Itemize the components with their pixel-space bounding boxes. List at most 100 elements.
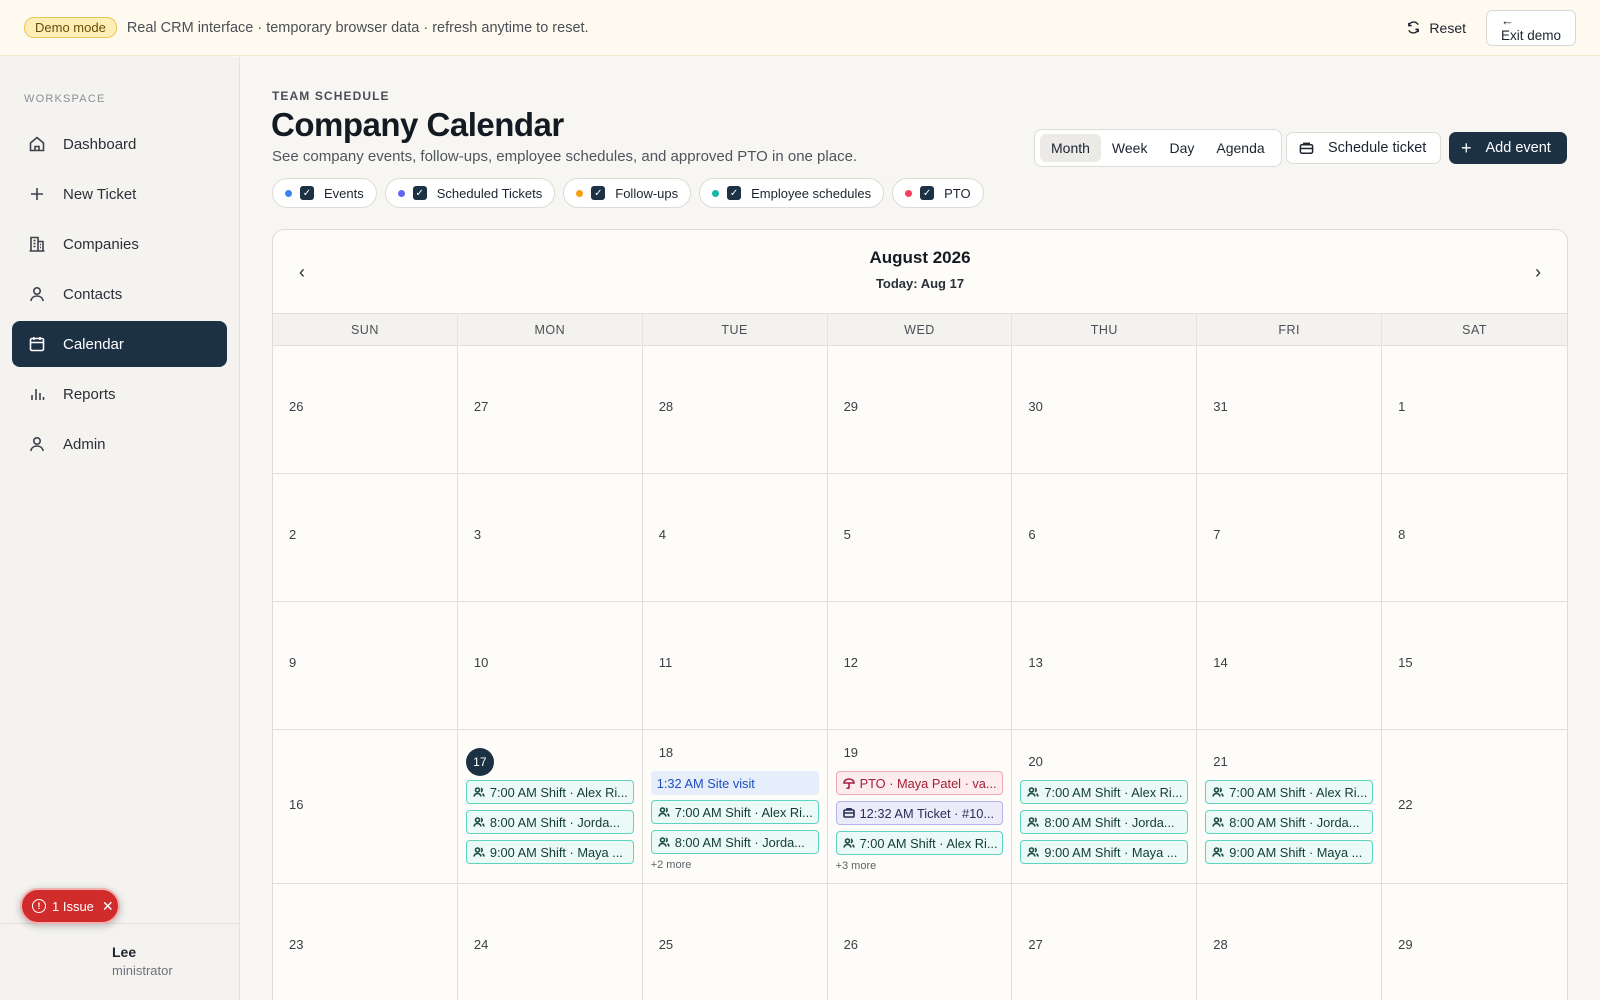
sidebar-item-contacts[interactable]: Contacts <box>12 271 227 317</box>
day-cell[interactable]: 28 <box>642 346 828 474</box>
shift-event[interactable]: 9:00 AM Shift · Maya ... <box>1020 840 1189 864</box>
day-cell[interactable]: 2 <box>273 474 458 602</box>
checkbox-checked-icon[interactable]: ✓ <box>412 186 427 200</box>
shift-event[interactable]: 7:00 AM Shift · Alex Ri... <box>835 831 1004 855</box>
view-month-button[interactable]: Month <box>1040 134 1101 162</box>
exit-demo-button[interactable]: ← Exit demo <box>1486 9 1576 46</box>
day-cell[interactable]: 27 <box>457 346 643 474</box>
day-cell-today[interactable]: 17 7:00 AM Shift · Alex Ri... 8:00 AM Sh… <box>457 730 643 884</box>
add-event-button[interactable]: + Add event <box>1449 132 1567 164</box>
day-number: 27 <box>473 399 489 414</box>
filter-follow-ups[interactable]: ✓ Follow-ups <box>563 178 692 208</box>
sidebar-item-calendar[interactable]: Calendar <box>12 321 227 367</box>
day-cell[interactable]: 1 <box>1382 346 1567 474</box>
users-icon <box>657 837 670 847</box>
day-cell[interactable]: 22 <box>1382 730 1567 884</box>
day-cell[interactable]: 20 7:00 AM Shift · Alex Ri... 8:00 AM Sh… <box>1012 730 1198 884</box>
filter-pto[interactable]: ✓ PTO <box>892 178 984 208</box>
day-cell[interactable]: 11 <box>642 602 828 730</box>
schedule-ticket-label: Schedule ticket <box>1328 140 1427 156</box>
checkbox-checked-icon[interactable]: ✓ <box>727 186 742 200</box>
day-cell[interactable]: 25 <box>643 884 828 1000</box>
shift-event[interactable]: 8:00 AM Shift · Jorda... <box>465 810 634 834</box>
ticket-event[interactable]: 12:32 AM Ticket · #10... <box>835 801 1004 825</box>
day-cell[interactable]: 26 <box>828 884 1013 1000</box>
weekday-label: WED <box>828 314 1013 346</box>
sidebar-item-companies[interactable]: Companies <box>12 221 227 267</box>
shift-event[interactable]: 9:00 AM Shift · Maya ... <box>1205 840 1374 864</box>
sidebar-item-new-ticket[interactable]: New Ticket <box>12 171 227 217</box>
day-cell[interactable]: 7 <box>1197 474 1383 602</box>
shift-event[interactable]: 7:00 AM Shift · Alex Ri... <box>1205 780 1374 804</box>
weekday-label: MON <box>458 314 643 346</box>
day-cell[interactable]: 21 7:00 AM Shift · Alex Ri... 8:00 AM Sh… <box>1197 730 1383 884</box>
sidebar-user-footer[interactable]: Lee ministrator <box>0 923 240 1000</box>
day-cell[interactable]: 8 <box>1382 474 1567 602</box>
day-cell[interactable]: 14 <box>1197 602 1383 730</box>
day-number: 29 <box>843 399 859 414</box>
day-cell[interactable]: 10 <box>457 602 643 730</box>
day-cell[interactable]: 26 <box>273 346 458 474</box>
day-cell[interactable]: 16 <box>273 730 458 884</box>
day-cell[interactable]: 6 <box>1012 474 1198 602</box>
shift-event[interactable]: 7:00 AM Shift · Alex Ri... <box>650 800 819 824</box>
view-agenda-button[interactable]: Agenda <box>1205 134 1275 162</box>
day-cell[interactable]: 3 <box>457 474 643 602</box>
chevron-right-icon[interactable]: › <box>1535 262 1541 283</box>
day-number: 26 <box>843 937 859 952</box>
shift-event[interactable]: 8:00 AM Shift · Jorda... <box>1205 810 1374 834</box>
day-cell[interactable]: 9 <box>273 602 458 730</box>
day-cell[interactable]: 23 <box>273 884 458 1000</box>
view-week-button[interactable]: Week <box>1101 134 1159 162</box>
scheduled-tickets-color-dot <box>397 189 405 197</box>
issue-indicator-button[interactable]: ! 1 Issue ✕ <box>20 888 120 924</box>
shift-event[interactable]: 7:00 AM Shift · Alex Ri... <box>1020 780 1189 804</box>
sidebar-item-dashboard[interactable]: Dashboard <box>12 121 227 167</box>
day-cell[interactable]: 4 <box>642 474 828 602</box>
shift-event[interactable]: 8:00 AM Shift · Jorda... <box>650 830 819 854</box>
day-cell[interactable]: 29 <box>1382 884 1567 1000</box>
schedule-ticket-button[interactable]: Schedule ticket <box>1286 132 1441 164</box>
day-number: 13 <box>1028 655 1043 670</box>
calendar-today-label[interactable]: Today: Aug 17 <box>273 276 1567 291</box>
sidebar-item-admin[interactable]: Admin <box>12 421 227 467</box>
filter-label: Follow-ups <box>615 185 679 201</box>
more-events-link[interactable]: +3 more <box>836 860 877 872</box>
day-cell[interactable]: 24 <box>458 884 643 1000</box>
view-day-button[interactable]: Day <box>1158 134 1205 162</box>
day-cell[interactable]: 31 <box>1197 346 1383 474</box>
day-cell[interactable]: 19 PTO · Maya Patel · va... 12:32 AM Tic… <box>827 730 1013 884</box>
day-number: 12 <box>843 655 859 670</box>
pto-event[interactable]: PTO · Maya Patel · va... <box>835 771 1004 795</box>
filter-label: Employee schedules <box>751 185 872 201</box>
filter-events[interactable]: ✓ Events <box>272 178 377 208</box>
sidebar-item-reports[interactable]: Reports <box>12 371 227 417</box>
day-cell[interactable]: 27 <box>1012 884 1198 1000</box>
exit-demo-label: Exit demo <box>1501 27 1562 43</box>
day-cell[interactable]: 30 <box>1012 346 1198 474</box>
checkbox-checked-icon[interactable]: ✓ <box>920 186 935 200</box>
checkbox-checked-icon[interactable]: ✓ <box>591 186 606 200</box>
filter-employee-schedules[interactable]: ✓ Employee schedules <box>699 178 885 208</box>
day-cell[interactable]: 12 <box>827 602 1013 730</box>
day-cell[interactable]: 28 <box>1197 884 1383 1000</box>
shift-event[interactable]: 7:00 AM Shift · Alex Ri... <box>465 780 634 804</box>
filter-scheduled-tickets[interactable]: ✓ Scheduled Tickets <box>384 178 556 208</box>
shift-event[interactable]: 8:00 AM Shift · Jorda... <box>1020 810 1189 834</box>
day-cell[interactable]: 13 <box>1012 602 1198 730</box>
reset-button[interactable]: Reset <box>1406 20 1466 36</box>
day-number: 14 <box>1213 655 1228 670</box>
checkbox-checked-icon[interactable]: ✓ <box>300 186 314 200</box>
more-events-link[interactable]: +2 more <box>651 859 692 871</box>
day-number: 25 <box>658 937 674 952</box>
day-cell[interactable]: 5 <box>827 474 1013 602</box>
day-cell[interactable]: 15 <box>1382 602 1567 730</box>
close-icon[interactable]: ✕ <box>102 898 114 915</box>
day-cell[interactable]: 29 <box>827 346 1013 474</box>
page-title: Company Calendar <box>271 106 564 143</box>
alert-circle-icon: ! <box>32 899 46 913</box>
users-icon <box>1027 847 1040 857</box>
site-visit-event[interactable]: 1:32 AM Site visit <box>650 771 819 795</box>
day-cell[interactable]: 18 1:32 AM Site visit 7:00 AM Shift · Al… <box>642 730 828 884</box>
shift-event[interactable]: 9:00 AM Shift · Maya ... <box>465 840 634 864</box>
